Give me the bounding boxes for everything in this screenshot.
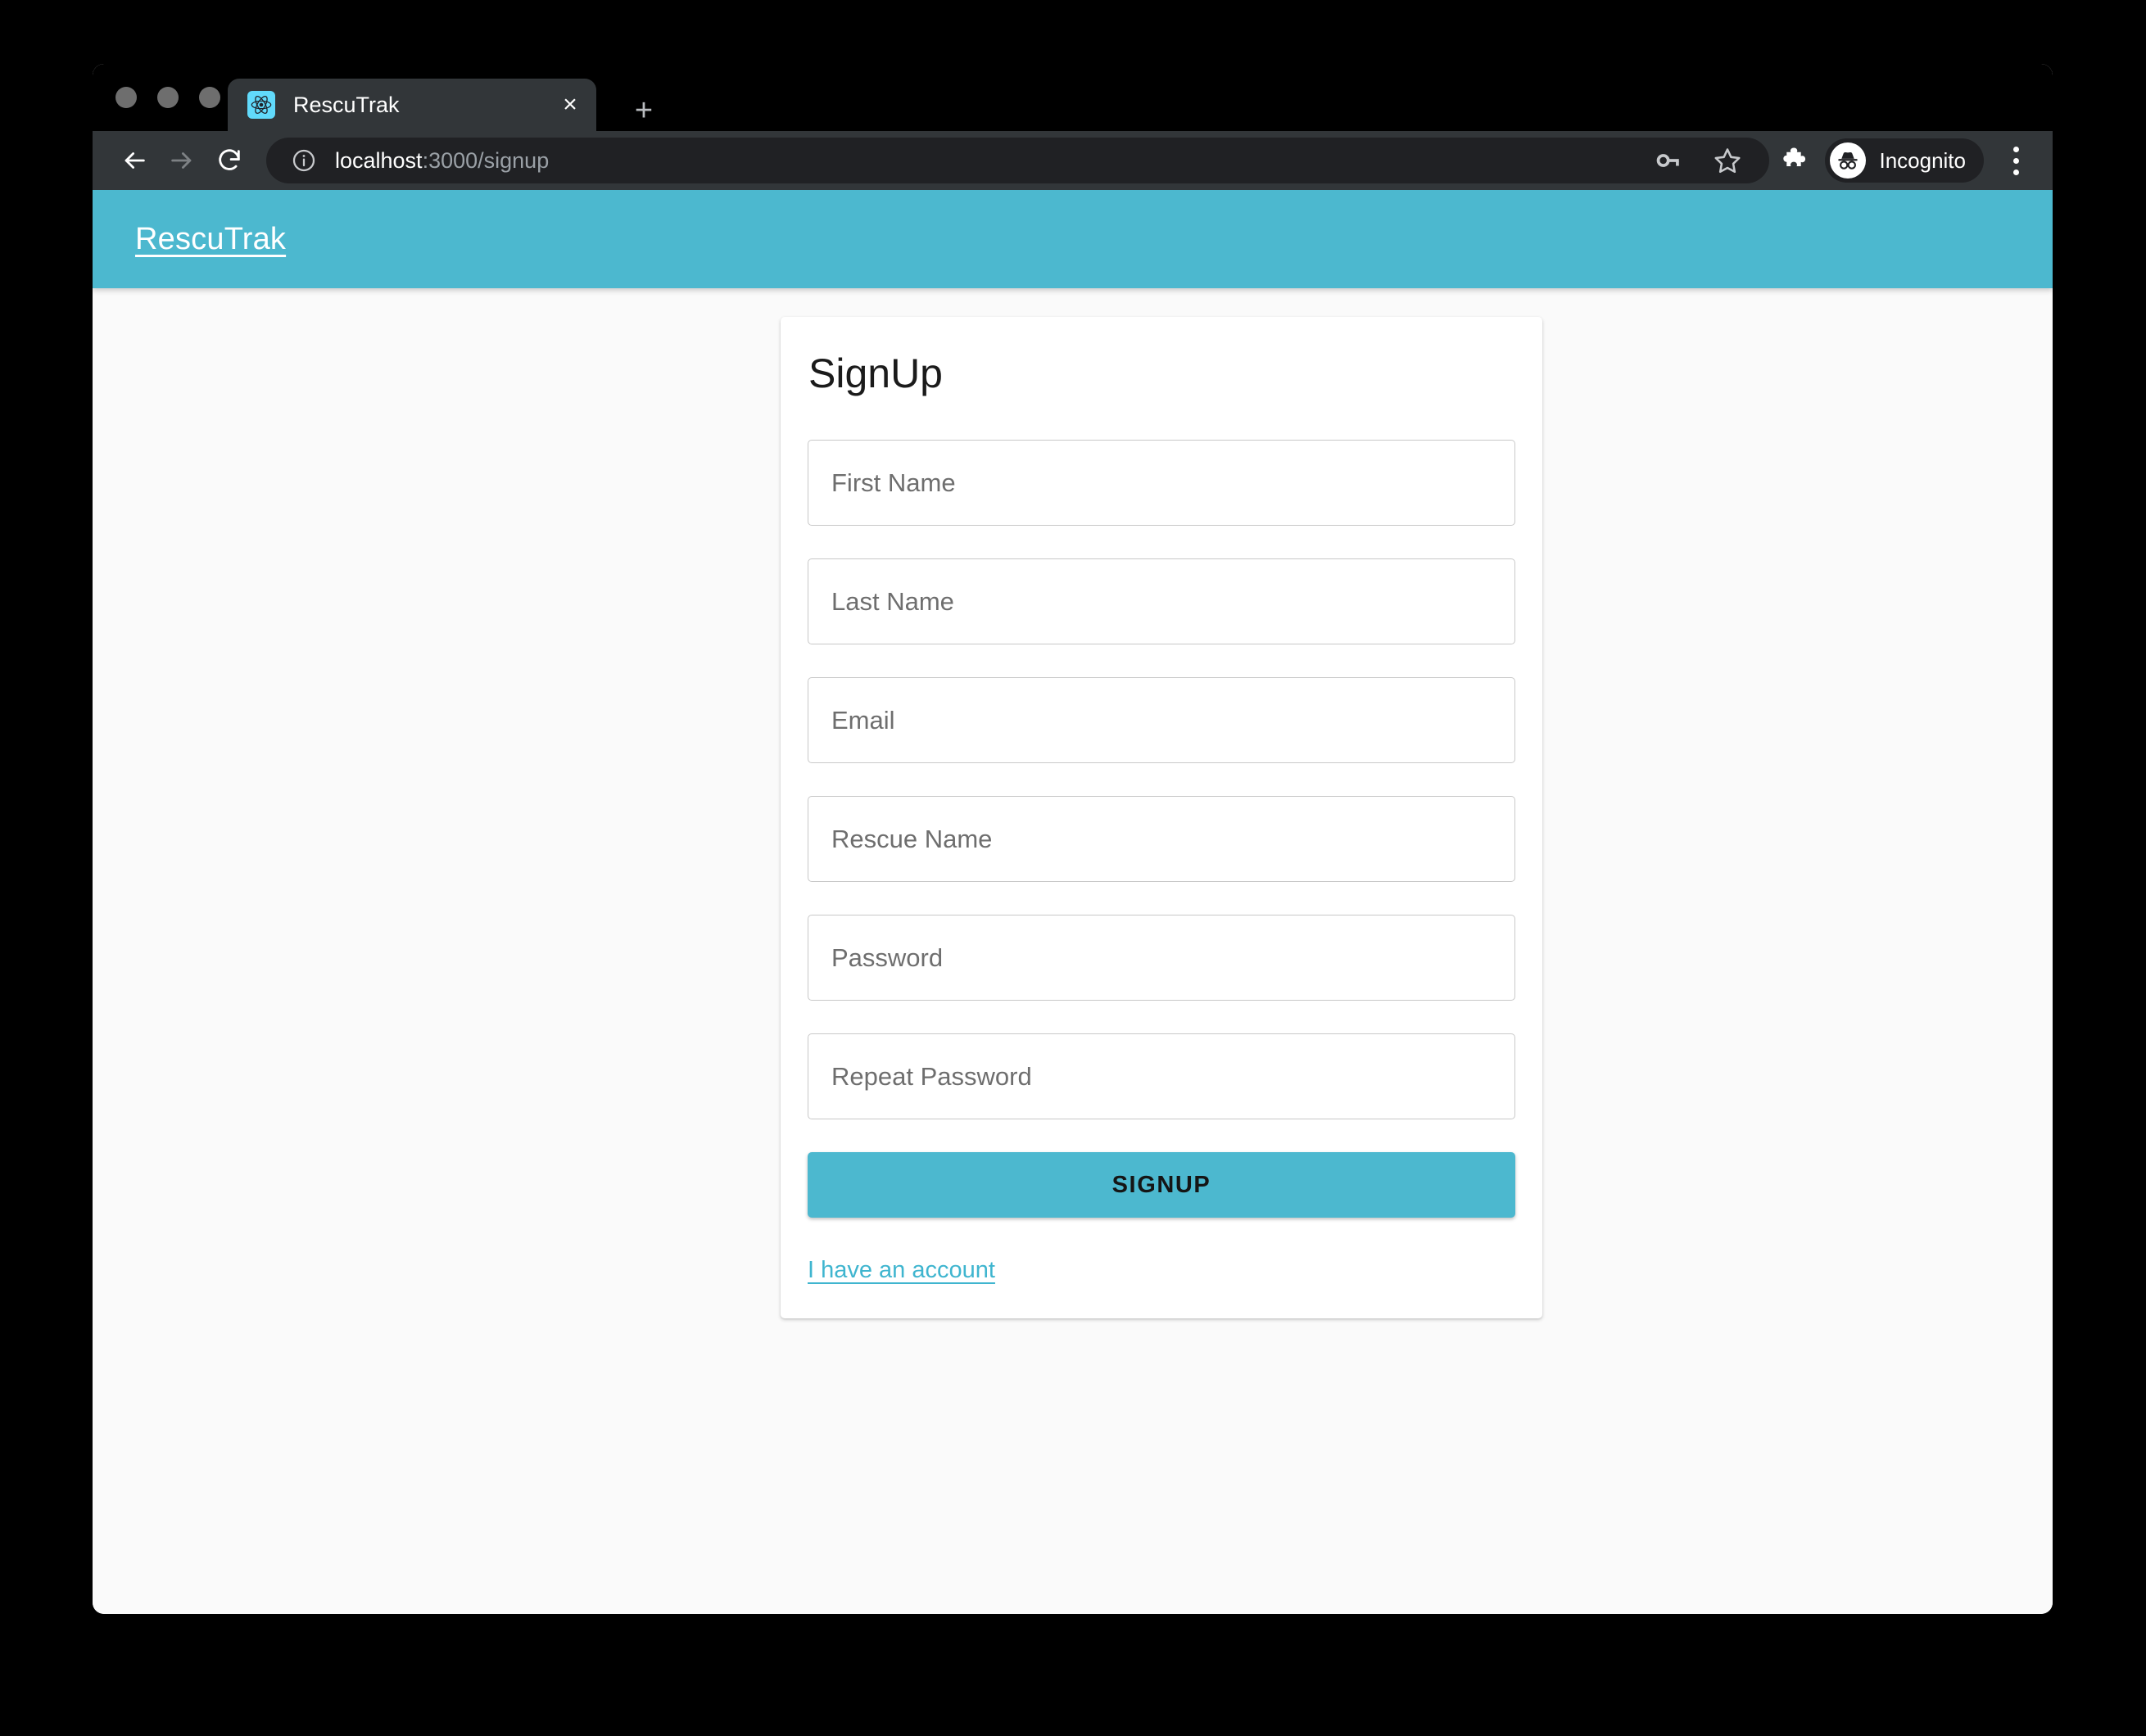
app-header: RescuTrak bbox=[93, 190, 2053, 288]
omnibox-actions bbox=[1650, 142, 1751, 179]
incognito-profile-button[interactable]: Incognito bbox=[1825, 138, 1984, 183]
incognito-label: Incognito bbox=[1879, 147, 1966, 173]
address-bar-url: localhost:3000/signup bbox=[335, 148, 549, 174]
address-bar[interactable]: localhost:3000/signup bbox=[266, 138, 1770, 183]
info-circle-icon[interactable] bbox=[291, 147, 317, 174]
url-path: :3000/signup bbox=[422, 147, 550, 173]
i-have-an-account-link[interactable]: I have an account bbox=[808, 1257, 995, 1284]
tab-title: RescuTrak bbox=[293, 92, 400, 117]
browser-window: RescuTrak × + localhost:3000/signup Inco… bbox=[93, 64, 2053, 1614]
react-logo-icon bbox=[247, 91, 275, 119]
last-name-input[interactable] bbox=[808, 558, 1515, 644]
puzzle-piece-icon[interactable] bbox=[1777, 142, 1815, 179]
browser-tab[interactable]: RescuTrak × bbox=[228, 79, 596, 131]
back-arrow-icon[interactable] bbox=[111, 137, 158, 184]
rescue-name-input[interactable] bbox=[808, 796, 1515, 882]
close-tab-icon[interactable]: × bbox=[550, 85, 590, 124]
incognito-icon bbox=[1830, 142, 1867, 179]
bookmark-star-icon[interactable] bbox=[1709, 142, 1746, 179]
signup-button[interactable]: SIGNUP bbox=[808, 1152, 1515, 1218]
page-title: SignUp bbox=[808, 350, 943, 396]
key-icon[interactable] bbox=[1650, 142, 1687, 179]
reload-icon[interactable] bbox=[206, 137, 253, 184]
minimize-window-button[interactable] bbox=[157, 87, 179, 108]
first-name-input[interactable] bbox=[808, 440, 1515, 526]
browser-toolbar: localhost:3000/signup Incognito bbox=[93, 131, 2053, 190]
forward-arrow-icon[interactable] bbox=[158, 137, 206, 184]
password-input[interactable] bbox=[808, 915, 1515, 1001]
repeat-password-input[interactable] bbox=[808, 1033, 1515, 1119]
page-viewport: RescuTrak SignUp SIGNUP I have an accoun… bbox=[93, 190, 2053, 1614]
email-input[interactable] bbox=[808, 677, 1515, 763]
signup-card: SignUp SIGNUP I have an account bbox=[781, 317, 1542, 1318]
url-host: localhost bbox=[335, 147, 423, 173]
browser-title-bar: RescuTrak × + bbox=[93, 64, 2053, 131]
close-window-button[interactable] bbox=[115, 87, 137, 108]
window-controls bbox=[115, 87, 220, 108]
kebab-menu-icon[interactable] bbox=[1995, 138, 2036, 183]
maximize-window-button[interactable] bbox=[199, 87, 220, 108]
brand-link[interactable]: RescuTrak bbox=[135, 222, 286, 257]
new-tab-button[interactable]: + bbox=[623, 90, 664, 131]
